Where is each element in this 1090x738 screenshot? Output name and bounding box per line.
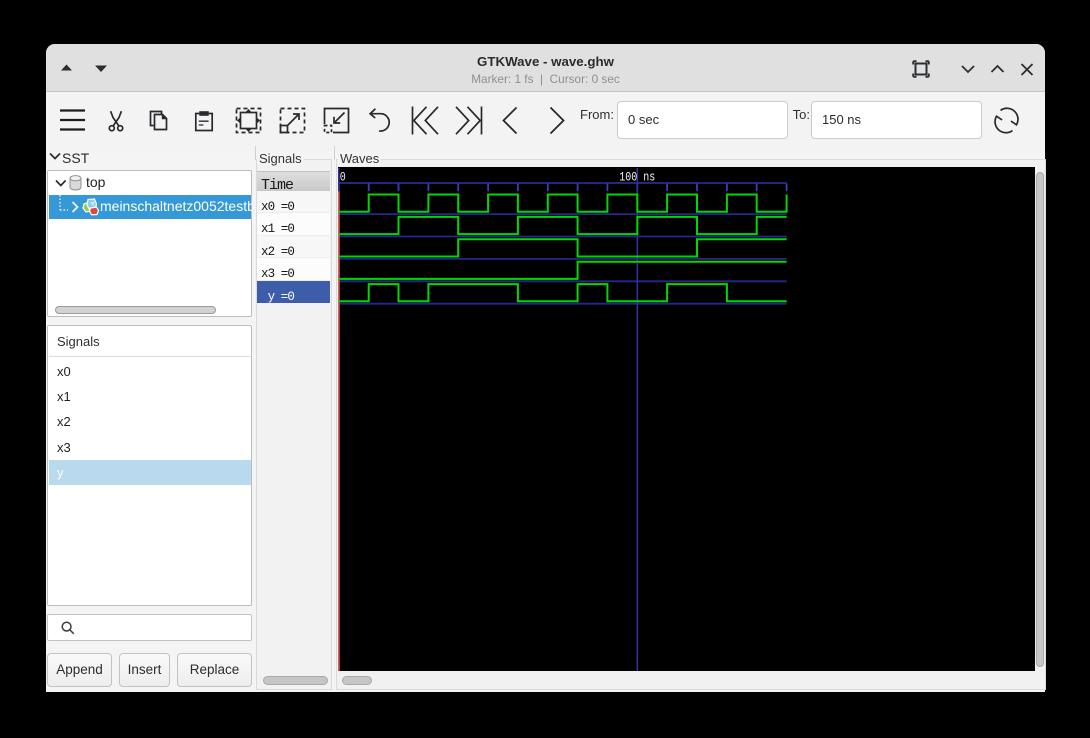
svg-text:0: 0 (339, 170, 345, 184)
svg-text:100 ns: 100 ns (619, 170, 655, 184)
